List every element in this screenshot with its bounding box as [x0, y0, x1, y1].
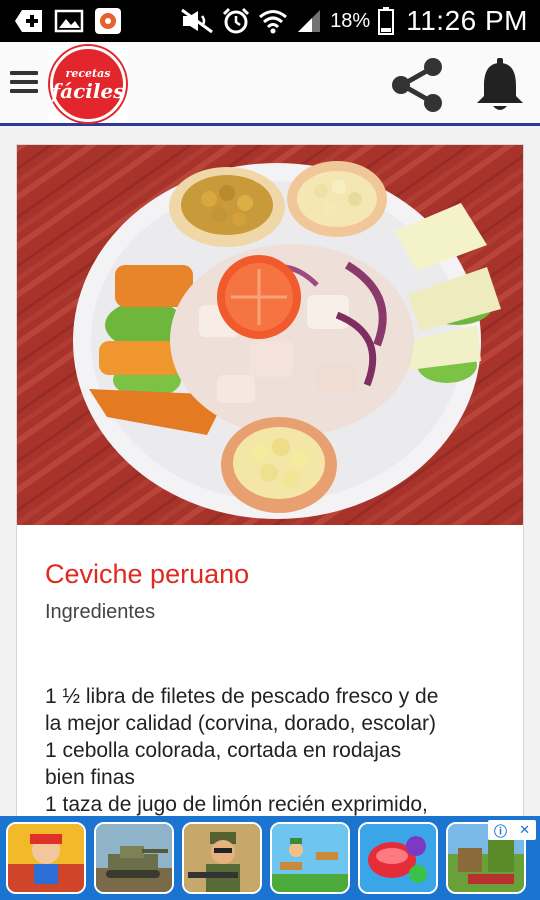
app-bar: recetas fáciles — [0, 42, 540, 126]
tank-game-icon[interactable] — [94, 822, 174, 894]
share-icon[interactable] — [388, 56, 446, 119]
logo-text-main: fáciles — [51, 78, 125, 103]
wifi-icon — [258, 8, 288, 34]
ad-info-icon[interactable]: ⓘ — [494, 821, 507, 840]
signal-icon — [296, 8, 322, 34]
recipe-subtitle: Ingredientes — [45, 601, 156, 623]
ad-choices[interactable]: ⓘ ✕ — [488, 820, 536, 840]
ingredient-line: 1 ½ libra de filetes de pescado fresco y… — [45, 685, 439, 708]
ingredient-line: 1 cebolla colorada, cortada en rodajas — [45, 739, 402, 762]
battery-icon — [378, 7, 395, 35]
menu-icon[interactable] — [10, 66, 38, 100]
alarm-icon — [222, 7, 250, 35]
add-icon — [14, 8, 44, 34]
ingredient-line: 1 taza de jugo de limón recién exprimido… — [45, 793, 428, 816]
recipe-title: Ceviche peruano — [45, 559, 250, 589]
mute-icon — [180, 8, 214, 34]
status-bar: 18% 11:26 PM — [0, 0, 540, 42]
ad-banner[interactable]: ⓘ ✕ — [0, 816, 540, 900]
soldier-game-icon[interactable] — [182, 822, 262, 894]
recipe-dish-image[interactable] — [17, 145, 523, 525]
gallery-icon — [54, 8, 84, 34]
bell-icon[interactable] — [474, 56, 526, 119]
recipe-card[interactable]: Ceviche peruano Ingredientes 1 ½ libra d… — [16, 144, 524, 824]
ingredient-line: bien finas — [45, 766, 135, 789]
ingredients-text: 1 ½ libra de filetes de pescado fresco y… — [45, 683, 515, 818]
ad-close-icon[interactable]: ✕ — [519, 822, 530, 838]
battery-percent: 18% — [330, 9, 371, 32]
app-logo[interactable]: recetas fáciles — [48, 46, 128, 122]
logo-badge: recetas fáciles — [50, 46, 126, 122]
logo-text-top: recetas — [65, 66, 111, 80]
subway-surfers-icon[interactable] — [6, 822, 86, 894]
ingredient-line: la mejor calidad (corvina, dorado, escol… — [45, 712, 437, 735]
clock: 11:26 PM — [406, 5, 528, 36]
candy-game-icon[interactable] — [358, 822, 438, 894]
platformer-game-icon[interactable] — [270, 822, 350, 894]
app-notification-icon — [94, 7, 122, 35]
